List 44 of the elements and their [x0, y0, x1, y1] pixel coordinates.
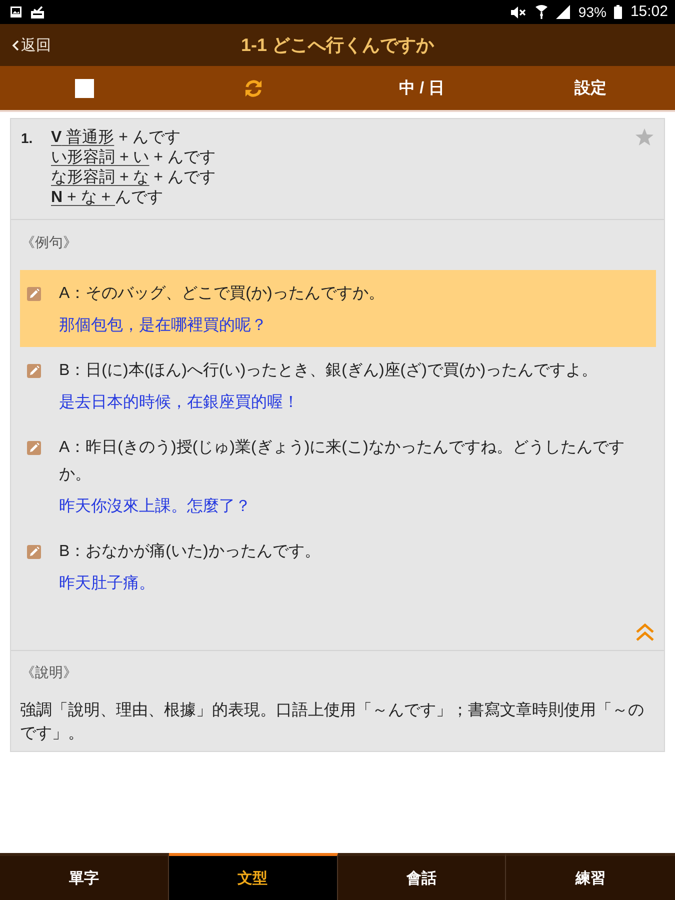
- example-row[interactable]: A：そのバッグ、どこで買(か)ったんですか。 那個包包，是在哪裡買的呢？: [20, 270, 656, 347]
- edit-icon[interactable]: [27, 364, 41, 378]
- bottom-tab[interactable]: 會話: [338, 853, 506, 900]
- language-toggle-button[interactable]: 中 / 日: [393, 74, 451, 102]
- settings-button[interactable]: 設定: [568, 74, 613, 102]
- section-heading: 《說明》: [20, 663, 78, 682]
- signal-icon: [556, 5, 570, 19]
- wifi-icon: [535, 5, 548, 19]
- refresh-icon: [244, 78, 263, 98]
- example-row[interactable]: B：おなかが痛(いた)かったんです。 昨天肚子痛。: [20, 528, 656, 605]
- chinese-translation: 是去日本的時候，在銀座買的喔！: [59, 392, 299, 413]
- speaker-muted-icon: [510, 6, 528, 18]
- pattern-line: N + な + んです: [51, 188, 164, 208]
- japanese-sentence: A：そのバッグ、どこで買(か)ったんですか。: [59, 284, 386, 304]
- japanese-sentence: B：おなかが痛(いた)かったんです。: [59, 542, 322, 562]
- edit-icon[interactable]: [27, 545, 41, 559]
- example-row[interactable]: A：昨日(きのう)授(じゅ)業(ぎょう)に来(こ)なかったんですね。どうしたんですか。 昨天你沒來上課。怎麼了？: [20, 424, 656, 528]
- edit-icon[interactable]: [27, 441, 41, 455]
- back-button[interactable]: 返回: [0, 32, 57, 58]
- chinese-translation: 那個包包，是在哪裡買的呢？: [59, 316, 267, 336]
- lesson-title: 1-1 どこへ行くんですか: [240, 34, 434, 57]
- pattern-line: い形容詞 + い + んです: [51, 148, 216, 168]
- bottom-tab[interactable]: 單字: [0, 853, 169, 900]
- chinese-translation: 昨天肚子痛。: [59, 574, 155, 594]
- japanese-sentence: B：日(に)本(ほん)へ行(い)ったとき、銀(ぎん)座(ざ)で買(か)ったんですよ。: [59, 360, 599, 381]
- pattern-line: な形容詞 + な + んです: [51, 168, 216, 188]
- double-chevron-up-icon[interactable]: [635, 623, 655, 642]
- star-icon[interactable]: [635, 128, 654, 146]
- explanation-text: 強調「說明、理由、根據」的表現。口語上使用「～んです」；書寫文章時則使用「～のです」。: [19, 700, 645, 744]
- japanese-sentence: A：昨日(きのう)授(じゅ)業(ぎょう)に来(こ)なかったんですね。どうしたんですか。: [59, 438, 626, 485]
- edit-icon[interactable]: [27, 287, 41, 301]
- chevron-left-icon: [12, 40, 19, 50]
- pattern-line: V 普通形 + んです: [51, 128, 180, 148]
- image-icon: [10, 6, 22, 18]
- battery-icon: [614, 5, 622, 19]
- box-check-icon: [30, 6, 45, 18]
- chinese-translation: 昨天你沒來上課。怎麼了？: [59, 496, 251, 517]
- example-row[interactable]: B：日(に)本(ほん)へ行(い)ったとき、銀(ぎん)座(ざ)で買(か)ったんですよ。 是去日本的時候，在銀座買的喔！: [20, 347, 656, 424]
- pattern-number: 1.: [21, 129, 33, 148]
- battery-level: 93%: [578, 4, 606, 20]
- bottom-tab[interactable]: 文型: [168, 853, 338, 900]
- section-heading: 《例句》: [20, 233, 78, 252]
- stop-icon: [74, 78, 94, 98]
- clock: 15:02: [630, 4, 668, 20]
